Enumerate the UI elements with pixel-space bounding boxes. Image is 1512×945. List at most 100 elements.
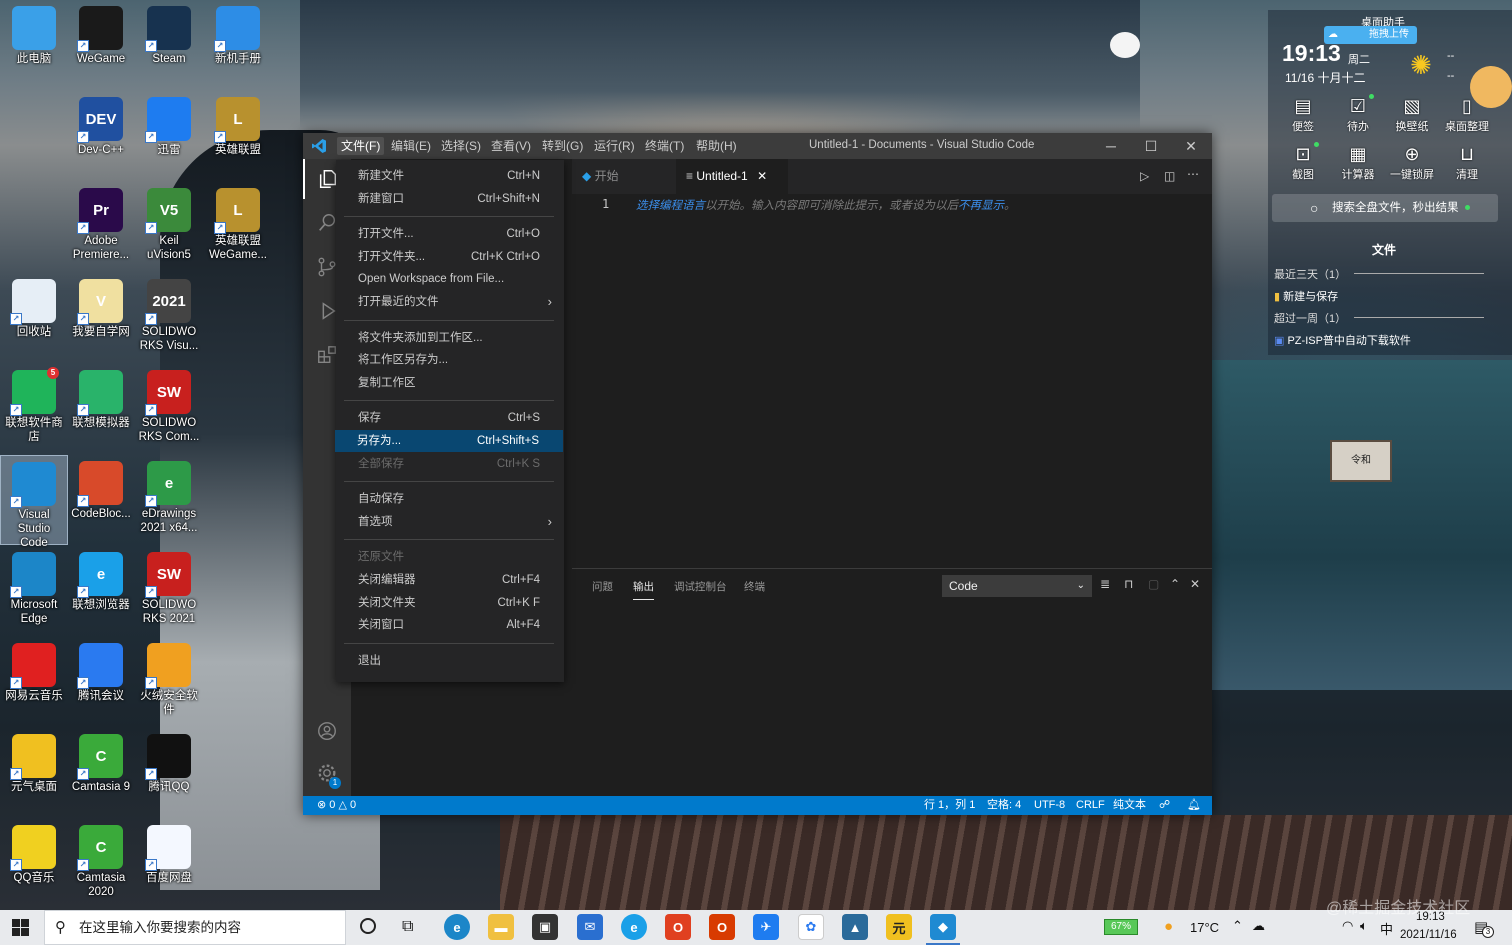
panel-tab-terminal[interactable]: 终端 (744, 579, 765, 594)
weather-icon[interactable]: ● (1164, 918, 1173, 935)
desktop-icon[interactable]: ↗ 百度网盘 (135, 819, 203, 885)
desktop-icon[interactable]: e ↗ eDrawings 2021 x64... (135, 455, 203, 535)
close-panel-icon[interactable]: ✕ (1190, 577, 1200, 591)
desktop-icon[interactable]: ↗ 回收站 (0, 273, 68, 339)
menu-3[interactable]: 查看(V) (487, 137, 535, 155)
desktop-icon[interactable]: ↗ WeGame (67, 0, 135, 66)
desktop-icon[interactable]: ↗ Visual Studio Code (0, 455, 68, 549)
desktop-icon[interactable]: ↗ 新机手册 (204, 0, 272, 66)
tab-welcome[interactable]: ◆ 开始 (572, 159, 676, 194)
desktop-icon[interactable]: V ↗ 我要自学网 (67, 273, 135, 339)
clear-output-icon[interactable]: ≣ (1100, 577, 1110, 591)
menu-0[interactable]: 文件(F) (337, 137, 385, 155)
desktop-icon[interactable]: 2021 ↗ SOLIDWO RKS Visu... (135, 273, 203, 353)
file-menu-item[interactable]: 新建文件 Ctrl+N (336, 165, 564, 187)
desktop-icon[interactable]: ↗ 迅雷 (135, 91, 203, 157)
ime-indicator[interactable]: 中 (1380, 919, 1393, 938)
accounts-button[interactable] (303, 711, 351, 751)
desktop-icon[interactable]: ↗ 5 联想软件商 店 (0, 364, 68, 444)
yuanqi-taskbar-icon[interactable]: 元 (886, 914, 912, 940)
menu-1[interactable]: 编辑(E) (387, 137, 435, 155)
widget-tool[interactable]: ⊔ 清理 (1440, 142, 1494, 182)
desktop-icon[interactable]: ↗ CodeBloc... (67, 455, 135, 521)
close-tab-icon[interactable]: ✕ (757, 169, 767, 183)
lock-scroll-icon[interactable]: ⊓ (1124, 577, 1133, 591)
panel-tab-problems[interactable]: 问题 (592, 579, 613, 594)
more-actions-icon[interactable]: ⋯ (1187, 167, 1199, 181)
group-older-title[interactable]: 超过一周（1） (1274, 310, 1346, 326)
desktop-icon[interactable]: ↗ 联想模拟器 (67, 364, 135, 430)
file-menu-item[interactable]: 还原文件 (336, 546, 564, 568)
desktop-icon[interactable]: ↗ 元气桌面 (0, 728, 68, 794)
editor-area[interactable]: 1 选择编程语言以开始。输入内容即可消除此提示，或者设为以后不再显示。 (572, 194, 1212, 568)
desktop-icon[interactable]: ↗ Microsoft Edge (0, 546, 68, 626)
file-menu-item[interactable]: 保存 Ctrl+S (336, 407, 564, 429)
file-menu-item[interactable]: 打开文件... Ctrl+O (336, 223, 564, 245)
volume-icon[interactable]: 🔈︎ (1360, 918, 1368, 934)
file-menu-item[interactable]: 将文件夹添加到工作区... (336, 327, 564, 349)
cloud-icon[interactable]: ☁ (1252, 918, 1265, 934)
file-menu-item[interactable]: 自动保存 (336, 488, 564, 510)
xunlei-taskbar-icon[interactable]: ✈ (753, 914, 779, 940)
maximize-button[interactable]: ☐ (1131, 133, 1171, 159)
desktop-icon[interactable]: ↗ 腾讯QQ (135, 728, 203, 794)
encoding[interactable]: UTF-8 (1034, 796, 1065, 815)
file-menu-item[interactable]: 新建窗口 Ctrl+Shift+N (336, 188, 564, 210)
mail-icon[interactable]: ✉ (577, 914, 603, 940)
lenovo-browser-taskbar-icon[interactable]: e (621, 914, 647, 940)
desktop-icon[interactable]: SW ↗ SOLIDWO RKS 2021 (135, 546, 203, 626)
start-button[interactable] (12, 919, 29, 936)
manage-button[interactable]: 1 (303, 753, 351, 793)
file-menu-item[interactable]: 打开文件夹... Ctrl+K Ctrl+O (336, 246, 564, 268)
office-icon[interactable]: O (665, 914, 691, 940)
close-window-button[interactable]: ✕ (1171, 133, 1211, 159)
bell-icon[interactable]: 🔔︎ (1187, 796, 1201, 815)
run-icon[interactable]: ▷ (1140, 169, 1149, 183)
desktop-icon[interactable]: V5 ↗ Keil uVision5 (135, 182, 203, 262)
desktop-icon[interactable]: ↗ 火绒安全软 件 (135, 637, 203, 717)
edge-taskbar-icon[interactable]: e (444, 914, 470, 940)
file-menu-item[interactable]: Open Workspace from File... (336, 268, 564, 290)
photos-icon[interactable]: ▲ (842, 914, 868, 940)
widget-tool[interactable]: ⊡ 截图 (1276, 142, 1330, 182)
maximize-panel-icon[interactable]: ⌃ (1170, 577, 1180, 591)
file-menu-item[interactable]: 打开最近的文件 › (336, 291, 564, 313)
widget-search[interactable]: ○ 搜索全盘文件，秒出结果 (1272, 194, 1498, 222)
minimize-button[interactable]: ─ (1091, 133, 1131, 159)
desktop-icon[interactable]: e ↗ 联想浏览器 (67, 546, 135, 612)
taskbar-clock-date[interactable]: 2021/11/16 (1400, 929, 1457, 941)
file-item[interactable]: ▮ 新建与保存 (1274, 288, 1338, 304)
panel-tab-debug-console[interactable]: 调试控制台 (674, 579, 727, 594)
open-log-icon[interactable]: ▢ (1148, 577, 1159, 591)
cortana-button[interactable] (360, 918, 376, 934)
task-view-button[interactable]: ⧉ (402, 918, 413, 936)
office-hub-icon[interactable]: O (709, 914, 735, 940)
battery-indicator[interactable]: 67% (1104, 919, 1138, 935)
widget-tool[interactable]: ⊕ 一键锁屏 (1385, 142, 1439, 182)
split-editor-icon[interactable]: ◫ (1164, 169, 1175, 183)
cursor-position[interactable]: 行 1，列 1 (924, 796, 975, 815)
wifi-icon[interactable]: ◠ (1342, 918, 1353, 934)
menu-2[interactable]: 选择(S) (437, 137, 485, 155)
language-mode[interactable]: 纯文本 (1113, 796, 1146, 815)
file-menu-item[interactable]: 另存为... Ctrl+Shift+S (335, 430, 563, 452)
desktop-icon[interactable]: ↗ Steam (135, 0, 203, 66)
desktop-icon[interactable]: Pr ↗ Adobe Premiere... (67, 182, 135, 262)
notification-button[interactable]: ▤ 3 (1474, 918, 1494, 938)
desktop-icon[interactable]: SW ↗ SOLIDWO RKS Com... (135, 364, 203, 444)
baidu-taskbar-icon[interactable]: ✿ (798, 914, 824, 940)
tab-untitled[interactable]: ≡ Untitled-1 ✕ (676, 159, 788, 194)
desktop-icon[interactable]: C ↗ Camtasia 2020 (67, 819, 135, 899)
widget-tool[interactable]: ▯ 桌面整理 (1440, 94, 1494, 134)
feedback-icon[interactable]: ☍ (1159, 796, 1170, 815)
taskbar-search-box[interactable]: ⚲ 在这里输入你要搜索的内容 (44, 910, 346, 945)
output-channel-select[interactable]: Code ⌄ (942, 575, 1092, 597)
file-menu-item[interactable]: 关闭窗口 Alt+F4 (336, 614, 564, 636)
desktop-icon[interactable]: 此电脑 (0, 0, 68, 66)
desktop-icon[interactable]: L ↗ 英雄联盟 (204, 91, 272, 157)
file-menu-item[interactable]: 退出 (336, 650, 564, 672)
file-menu-item[interactable]: 关闭编辑器 Ctrl+F4 (336, 569, 564, 591)
menu-7[interactable]: 帮助(H) (692, 137, 741, 155)
menu-6[interactable]: 终端(T) (641, 137, 688, 155)
select-language-link[interactable]: 选择编程语言 (636, 200, 705, 212)
